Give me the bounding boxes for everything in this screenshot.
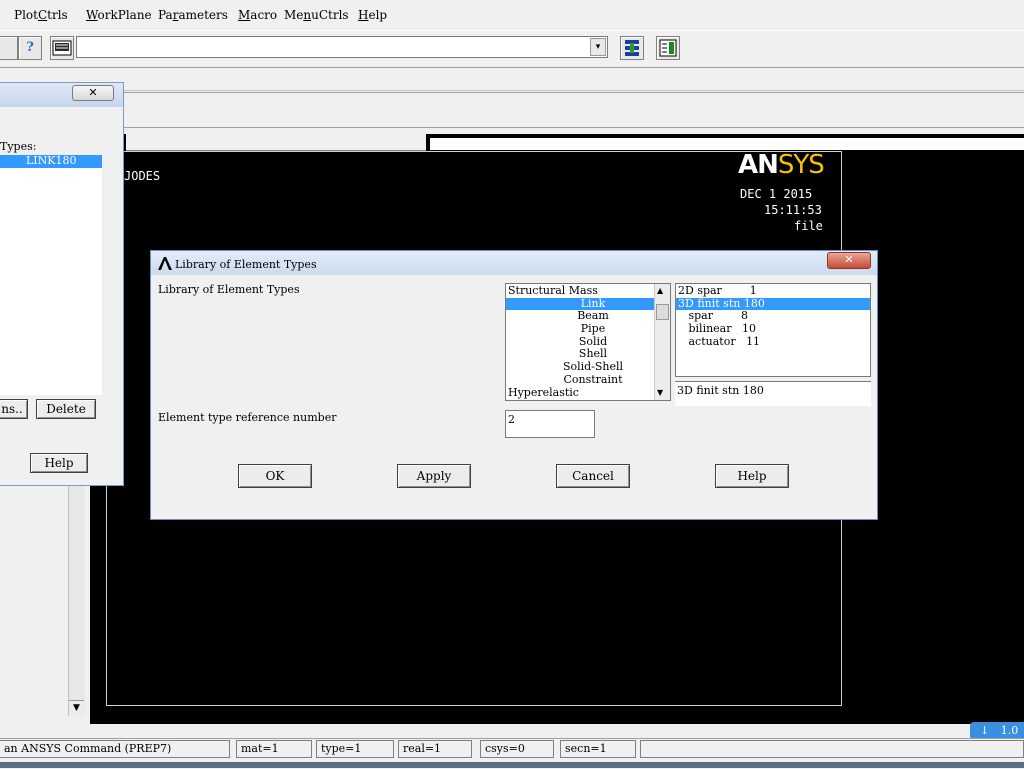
category-item[interactable]: Solid-Shell (506, 360, 654, 374)
close-icon: ✕ (88, 86, 98, 99)
category-item[interactable]: Structural Mass (506, 284, 654, 298)
toolbar-partial-button[interactable] (0, 36, 18, 60)
status-type: type=1 (316, 740, 394, 758)
panel-icon (659, 39, 677, 57)
ref-number-label: Element type reference number (158, 411, 337, 424)
delete-button[interactable]: Delete (36, 399, 96, 419)
status-mat: mat=1 (236, 740, 312, 758)
element-type-list[interactable]: 2D spar 1 3D finit stn 180 spar 8 bilinea… (675, 283, 871, 377)
toolbar-row-3 (0, 92, 1024, 128)
library-element-types-dialog: Library of Element Types ✕ Library of El… (150, 250, 878, 520)
scroll-down-arrow[interactable]: ▼ (657, 388, 663, 397)
layers-icon (625, 40, 639, 56)
toolbar-row-2 (0, 70, 1024, 91)
menu-item[interactable]: PlotCtrls (14, 8, 68, 22)
scroll-down-arrow[interactable]: ▼ (69, 700, 84, 716)
tray-text: 1.0 (1000, 724, 1019, 737)
graphics-header-strip (430, 138, 1024, 150)
ansys-app-icon (158, 257, 172, 270)
apply-button[interactable]: Apply (397, 464, 471, 488)
contact-button[interactable] (656, 36, 680, 60)
element-type-item[interactable]: bilinear 10 (676, 322, 870, 336)
command-dropdown-arrow[interactable]: ▾ (590, 38, 606, 56)
main-menu-scrollbar[interactable]: ▼ (68, 486, 85, 716)
left-help-button[interactable]: Help (30, 453, 88, 473)
scroll-up-arrow[interactable]: ▲ (657, 286, 663, 295)
menu-item[interactable]: MenuCtrls (284, 8, 349, 22)
plot-label: JODES (124, 169, 161, 183)
library-label: Library of Element Types (158, 283, 300, 296)
status-real: real=1 (398, 740, 472, 758)
menu-item[interactable]: Help (358, 8, 387, 22)
selected-type-field: 3D finit stn 180 (675, 381, 871, 406)
dialog-close-button[interactable]: ✕ (827, 252, 871, 269)
element-type-item[interactable]: actuator 11 (676, 335, 870, 349)
status-csys: csys=0 (480, 740, 554, 758)
dialog-title: Library of Element Types (175, 258, 317, 271)
category-item[interactable]: Hyperelastic (506, 386, 654, 400)
ref-number-value: 2 (508, 413, 515, 426)
element-types-close-button[interactable]: ✕ (72, 85, 114, 101)
command-input[interactable]: ▾ (76, 36, 608, 58)
selected-type-value: 3D finit stn 180 (677, 384, 764, 397)
status-prompt: an ANSYS Command (PREP7) (0, 740, 230, 758)
defined-types-list[interactable]: LINK180 (0, 154, 102, 395)
raise-hidden-button[interactable] (620, 36, 644, 60)
menu-item[interactable]: Parameters (158, 8, 228, 22)
defined-type-item[interactable]: LINK180 (0, 154, 102, 168)
status-extra (640, 740, 1024, 758)
graphics-tab (126, 134, 426, 151)
chevron-down-icon: ▾ (595, 42, 601, 52)
menu-item[interactable]: WorkPlane (86, 8, 152, 22)
close-icon: ✕ (844, 253, 854, 266)
ok-button[interactable]: OK (238, 464, 312, 488)
menu-bar: PlotCtrls WorkPlane Parameters Macro MenuCtr… (0, 0, 1024, 30)
keyboard-icon (52, 40, 72, 56)
plot-file: file (794, 219, 823, 233)
plot-time: 15:11:53 (764, 203, 822, 217)
status-secn: secn=1 (560, 740, 636, 758)
menu-item[interactable]: Macro (238, 8, 277, 22)
ref-number-input[interactable]: 2 (505, 410, 595, 438)
category-item[interactable]: Pipe (506, 322, 654, 336)
category-list[interactable]: Structural Mass Link Beam Pipe Solid Shell Sol… (505, 283, 671, 401)
command-window-button[interactable] (50, 36, 74, 60)
help-button[interactable]: ? (18, 36, 42, 60)
category-item[interactable]: Constraint (506, 373, 654, 387)
category-scrollbar[interactable]: ▲ ▼ (654, 284, 670, 400)
element-types-window: ✕ Types: LINK180 ns.. Delete Help (0, 82, 124, 486)
cancel-button[interactable]: Cancel (556, 464, 630, 488)
plot-date: DEC 1 2015 (740, 187, 813, 201)
ansys-logo: ANSYS (738, 150, 825, 180)
scroll-thumb[interactable] (656, 304, 669, 320)
help-button[interactable]: Help (715, 464, 789, 488)
taskbar (0, 762, 1024, 768)
help-icon: ? (26, 40, 34, 55)
chevron-down-icon: ▼ (73, 703, 80, 713)
category-item[interactable]: Beam (506, 310, 654, 323)
arrow-down-icon: ↓ (980, 724, 990, 737)
options-button[interactable]: ns.. (0, 399, 28, 419)
element-type-item[interactable]: 2D spar 1 (676, 284, 870, 298)
types-label: Types: (0, 140, 37, 153)
dialog-titlebar: Library of Element Types ✕ (151, 251, 877, 275)
